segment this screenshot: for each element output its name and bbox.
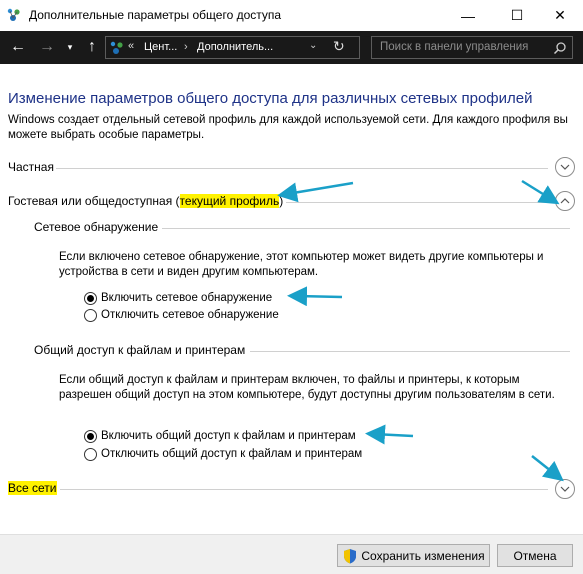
annotation-arrows [277, 179, 564, 482]
cancel-button[interactable]: Отмена [497, 544, 573, 567]
arrow-icon [277, 181, 354, 203]
arrow-icon [531, 455, 564, 482]
save-changes-label: Сохранить изменения [361, 548, 485, 563]
arrow-icon [287, 286, 343, 307]
arrow-icon [365, 424, 414, 445]
save-changes-button[interactable]: Сохранить изменения [337, 544, 490, 567]
button-bar: Сохранить изменения Отмена [0, 534, 583, 574]
uac-shield-icon [344, 548, 357, 563]
arrow-icon [521, 179, 560, 205]
cancel-label: Отмена [513, 548, 557, 563]
